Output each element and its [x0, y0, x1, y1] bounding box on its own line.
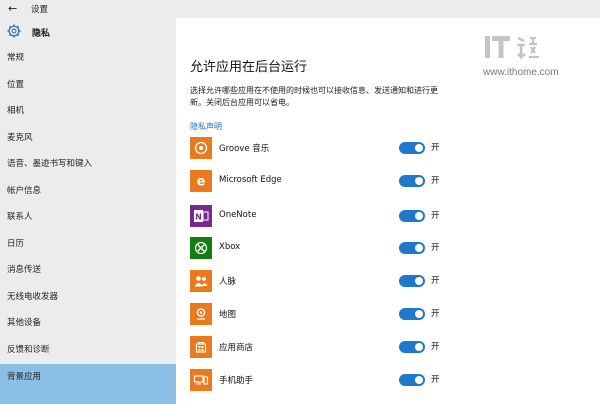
toggle-knob — [415, 144, 423, 152]
back-arrow-icon[interactable]: ← — [8, 2, 22, 16]
background-toggle[interactable] — [399, 210, 425, 222]
toggle-state-label: 开 — [431, 342, 440, 352]
groove-music-icon — [190, 137, 212, 159]
phone-companion-icon — [190, 369, 212, 391]
svg-text:N: N — [195, 213, 202, 222]
gear-icon — [7, 24, 21, 38]
app-row: 人脉 开 — [190, 270, 460, 292]
background-toggle[interactable] — [399, 142, 425, 154]
app-name: 应用商店 — [219, 343, 254, 353]
sidebar-item-account-info[interactable]: 帐户信息 — [0, 178, 176, 204]
store-icon — [190, 336, 212, 358]
app-name: 手机助手 — [219, 376, 254, 386]
sidebar-item-general[interactable]: 常规 — [0, 45, 176, 71]
toggle-knob — [415, 310, 423, 318]
background-toggle[interactable] — [399, 308, 425, 320]
background-toggle[interactable] — [399, 341, 425, 353]
sidebar-item-calendar[interactable]: 日历 — [0, 231, 176, 257]
toggle-state-label: 开 — [431, 243, 440, 253]
page-description: 选择允许哪些应用在不使用的时候也可以接收信息、发送通知和进行更新。关闭后台应用可… — [190, 86, 438, 107]
app-row: N OneNote 开 — [190, 205, 460, 227]
sidebar-item-other-devices[interactable]: 其他设备 — [0, 310, 176, 336]
app-name: OneNote — [219, 210, 257, 220]
sidebar-item-feedback-diagnostics[interactable]: 反馈和诊断 — [0, 337, 176, 363]
app-row: e Microsoft Edge 开 — [190, 170, 460, 192]
sidebar-item-camera[interactable]: 相机 — [0, 98, 176, 124]
sidebar-item-background-apps[interactable]: 背景应用 — [0, 364, 176, 404]
watermark-url: www.ithome.com — [483, 67, 559, 78]
app-row: Groove 音乐 开 — [190, 137, 460, 159]
edge-icon: e — [190, 170, 212, 192]
toggle-state-label: 开 — [431, 143, 440, 153]
toggle-state-label: 开 — [431, 276, 440, 286]
background-toggle[interactable] — [399, 374, 425, 386]
app-name: Groove 音乐 — [219, 144, 270, 154]
app-row: 地图 开 — [190, 303, 460, 325]
sidebar-item-radios[interactable]: 无线电收发器 — [0, 284, 176, 310]
toggle-knob — [415, 376, 423, 384]
app-name: Microsoft Edge — [219, 175, 282, 185]
section-title: 隐私 — [32, 29, 51, 39]
app-row: 应用商店 开 — [190, 336, 460, 358]
toggle-state-label: 开 — [431, 375, 440, 385]
toggle-knob — [415, 277, 423, 285]
sidebar-header[interactable]: 隐私 — [0, 18, 176, 46]
sidebar-item-speech-inking-typing[interactable]: 语音、墨迹书写和键入 — [0, 151, 176, 177]
app-row: 手机助手 开 — [190, 369, 460, 391]
toggle-state-label: 开 — [431, 309, 440, 319]
xbox-icon — [190, 237, 212, 259]
onenote-icon: N — [190, 205, 212, 227]
sidebar-item-contacts[interactable]: 联系人 — [0, 204, 176, 230]
maps-icon — [190, 303, 212, 325]
window-title: 设置 — [31, 5, 49, 15]
toggle-state-label: 开 — [431, 176, 440, 186]
toggle-knob — [415, 343, 423, 351]
privacy-statement-link[interactable]: 隐私声明 — [190, 121, 222, 132]
sidebar-item-location[interactable]: 位置 — [0, 72, 176, 98]
title-bar: ← 设置 — [0, 0, 600, 18]
people-icon — [190, 270, 212, 292]
app-row: Xbox 开 — [190, 237, 460, 259]
app-name: Xbox — [219, 242, 241, 252]
toggle-state-label: 开 — [431, 211, 440, 221]
toggle-knob — [415, 177, 423, 185]
svg-text:e: e — [197, 175, 206, 189]
sidebar-item-microphone[interactable]: 麦克风 — [0, 125, 176, 151]
background-toggle[interactable] — [399, 275, 425, 287]
ithome-watermark-logo — [485, 36, 539, 61]
app-name: 地图 — [219, 310, 237, 320]
toggle-knob — [415, 212, 423, 220]
sidebar: 隐私 常规 位置 相机 麦克风 语音、墨迹书写和键入 帐户信息 联系人 日历 消… — [0, 18, 176, 404]
background-toggle[interactable] — [399, 175, 425, 187]
background-toggle[interactable] — [399, 242, 425, 254]
sidebar-item-messaging[interactable]: 消息传送 — [0, 257, 176, 283]
app-name: 人脉 — [219, 277, 237, 287]
page-title: 允许应用在后台运行 — [190, 60, 308, 75]
toggle-knob — [415, 244, 423, 252]
